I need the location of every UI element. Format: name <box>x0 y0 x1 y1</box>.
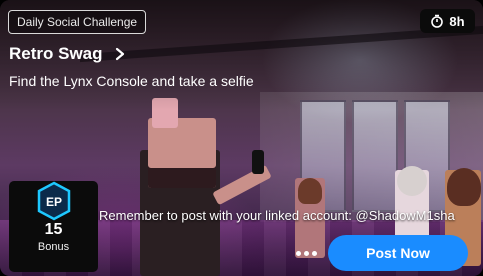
more-dots-icon <box>304 250 309 256</box>
reward-card: EP 15 Bonus <box>9 181 98 272</box>
scene-window <box>352 100 398 212</box>
ep-hexagon-icon: EP <box>36 181 72 221</box>
reward-value: 15 <box>44 221 63 238</box>
challenge-card: Daily Social Challenge 8h Retro Swag Fin… <box>0 0 483 276</box>
npc-character-head <box>397 166 427 196</box>
time-remaining: 8h <box>420 9 475 33</box>
challenge-title-link[interactable]: Retro Swag <box>9 44 125 64</box>
avatar-head <box>148 118 216 188</box>
npc-character-head <box>298 178 322 204</box>
more-options-button[interactable] <box>296 247 318 259</box>
stopwatch-icon <box>430 14 444 28</box>
linked-account-reminder: Remember to post with your linked accoun… <box>99 208 455 223</box>
challenge-type-tag: Daily Social Challenge <box>8 10 147 34</box>
post-now-button[interactable]: Post Now <box>328 235 468 271</box>
npc-character-head <box>447 168 481 206</box>
reward-label: Bonus <box>37 241 70 253</box>
more-dots-icon <box>296 250 301 256</box>
more-dots-icon <box>312 250 317 256</box>
avatar-phone <box>252 150 264 174</box>
challenge-description: Find the Lynx Console and take a selfie <box>9 73 254 89</box>
ep-badge-text: EP <box>45 195 61 209</box>
chevron-right-icon <box>115 47 125 61</box>
timer-value: 8h <box>449 13 465 29</box>
challenge-title: Retro Swag <box>9 44 103 63</box>
